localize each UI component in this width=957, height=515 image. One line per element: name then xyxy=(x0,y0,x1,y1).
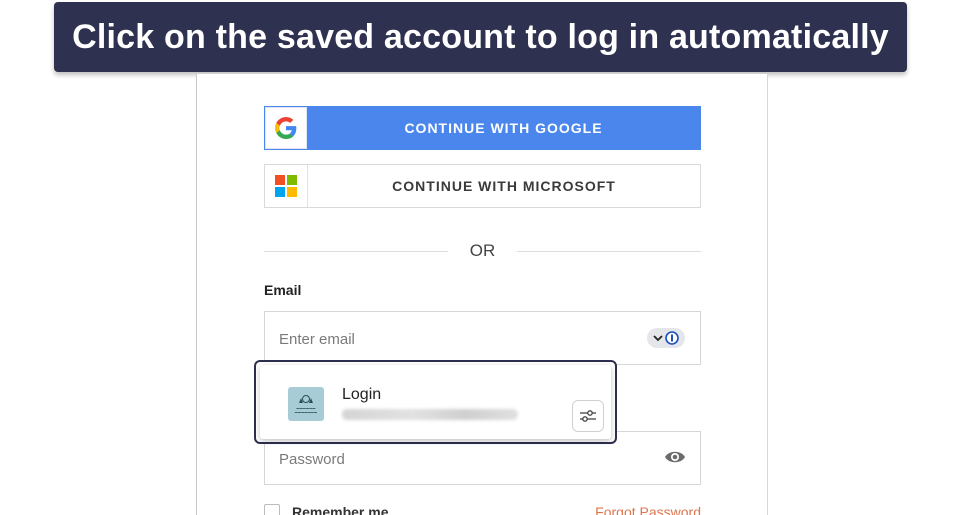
email-input[interactable] xyxy=(279,328,619,350)
saved-account-item[interactable]: ▬▬▬▬▬▬ ▬▬▬▬▬▬▬ Login xyxy=(260,365,611,439)
form-footer-row: Remember me Forgot Password xyxy=(264,504,701,515)
autofill-settings-button[interactable] xyxy=(572,400,604,432)
remember-me-label: Remember me xyxy=(292,504,389,515)
password-manager-button[interactable] xyxy=(647,328,685,348)
eye-icon[interactable] xyxy=(664,449,686,465)
chevron-down-icon xyxy=(653,335,663,342)
site-logo-icon: ▬▬▬▬▬▬ ▬▬▬▬▬▬▬ xyxy=(288,387,324,421)
saved-account-title: Login xyxy=(342,386,382,403)
microsoft-button-label: CONTINUE WITH MICROSOFT xyxy=(392,178,616,194)
email-label: Email xyxy=(264,282,302,298)
microsoft-logo-icon xyxy=(265,165,308,207)
divider-line-right xyxy=(517,250,701,252)
saved-account-email-blurred xyxy=(342,409,518,420)
instruction-banner: Click on the saved account to log in aut… xyxy=(54,2,907,72)
email-field-container xyxy=(264,311,701,365)
login-screen: CONTINUE WITH GOOGLE CONTINUE WITH MICRO… xyxy=(196,74,768,515)
continue-with-microsoft-button[interactable]: CONTINUE WITH MICROSOFT xyxy=(264,164,701,208)
password-input[interactable] xyxy=(279,448,619,470)
or-text: OR xyxy=(469,241,496,260)
remember-me-checkbox[interactable] xyxy=(264,504,280,515)
password-manager-icon xyxy=(665,331,679,345)
autofill-popup-highlight: ▬▬▬▬▬▬ ▬▬▬▬▬▬▬ Login xyxy=(254,360,617,444)
google-g-icon xyxy=(265,107,307,149)
divider-line-left xyxy=(264,250,448,252)
continue-with-google-button[interactable]: CONTINUE WITH GOOGLE xyxy=(264,106,701,150)
google-button-label: CONTINUE WITH GOOGLE xyxy=(404,120,603,136)
forgot-password-link[interactable]: Forgot Password xyxy=(595,504,701,515)
or-divider: OR xyxy=(264,239,701,263)
sliders-icon xyxy=(580,410,596,422)
